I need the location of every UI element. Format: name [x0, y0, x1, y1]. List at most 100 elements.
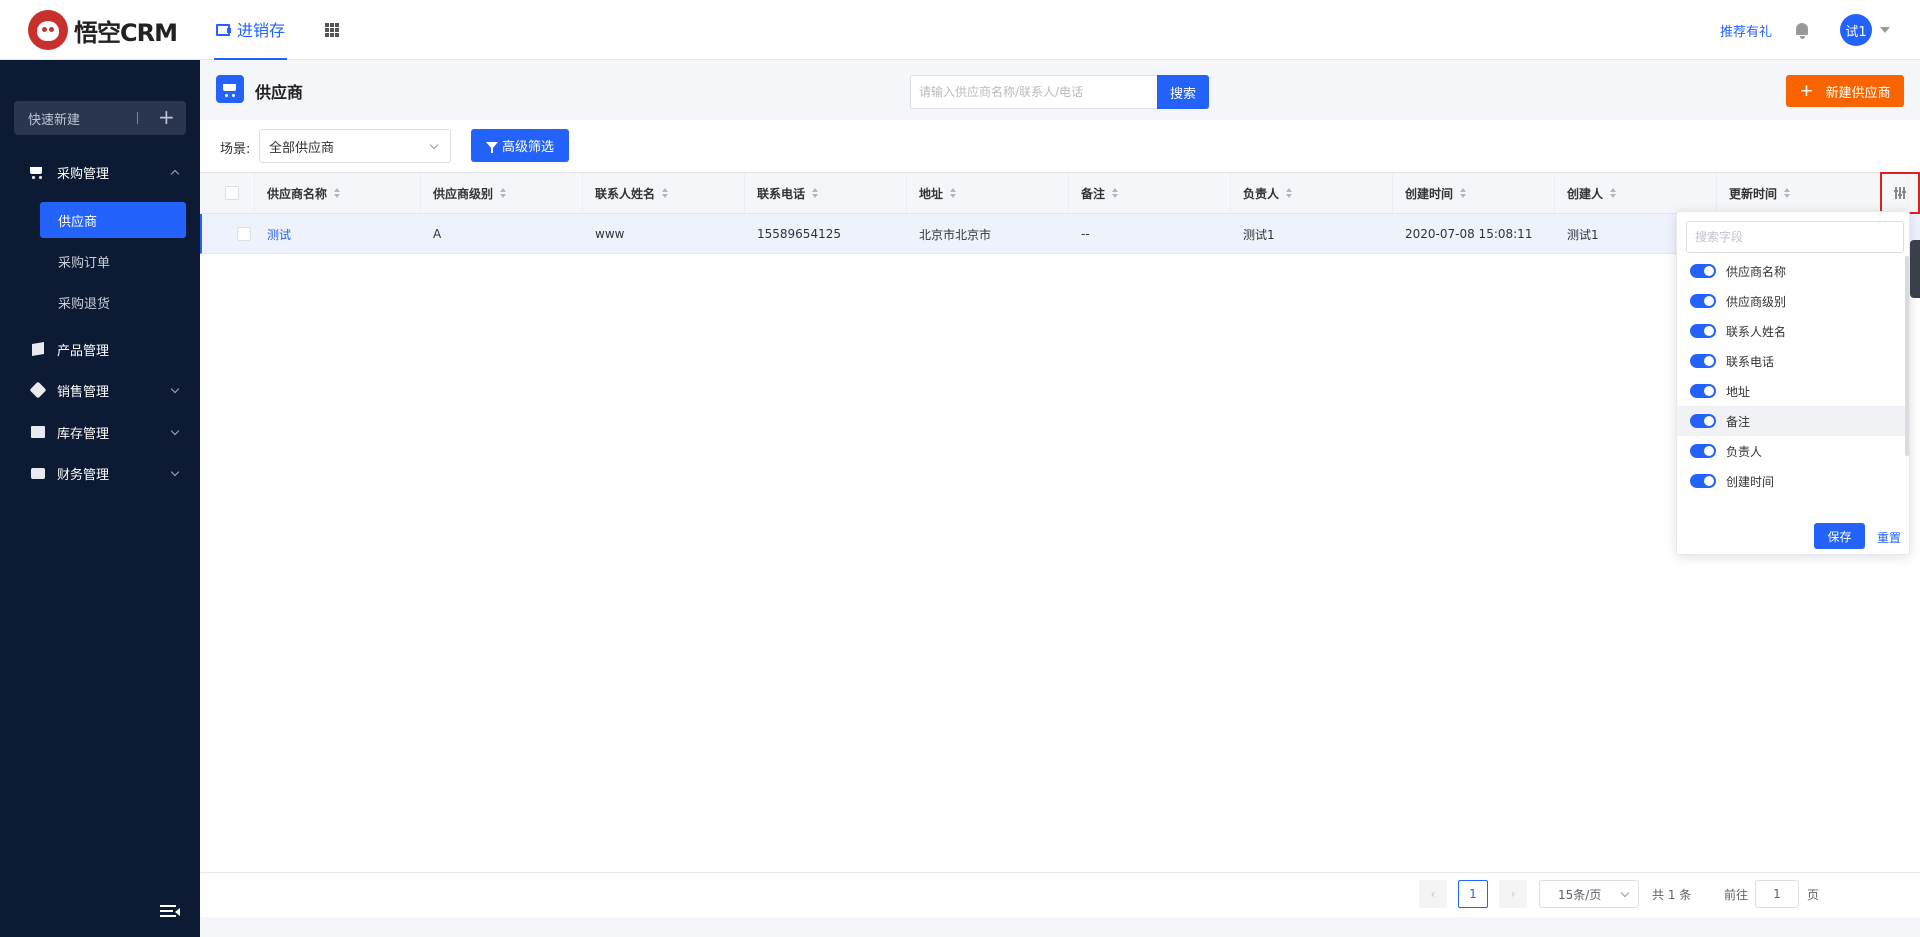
- field-item[interactable]: 联系电话: [1677, 346, 1909, 376]
- plus-icon: +: [158, 105, 175, 129]
- warehouse-icon: [30, 424, 46, 440]
- filter-icon: [485, 142, 498, 153]
- column-settings-button[interactable]: [1880, 172, 1920, 214]
- field-toggle[interactable]: [1690, 264, 1716, 278]
- column-header[interactable]: 供应商级别: [421, 173, 583, 213]
- divider: [137, 112, 138, 124]
- table-cell: --: [1081, 227, 1090, 241]
- supplier-name-link[interactable]: 测试: [255, 214, 421, 254]
- nav-tab-label: 进销存: [237, 21, 286, 40]
- recommend-link[interactable]: 推荐有礼: [1720, 21, 1772, 40]
- field-item[interactable]: 负责人: [1677, 436, 1909, 466]
- sidebar-item-purchase[interactable]: 采购管理: [0, 154, 200, 190]
- column-header-label: 联系人姓名: [595, 186, 656, 201]
- field-label: 创建时间: [1726, 474, 1775, 489]
- nav-tab-inventory[interactable]: 进销存: [214, 0, 288, 60]
- page-size-select[interactable]: 15条/页: [1539, 880, 1639, 908]
- wallet-icon: [30, 465, 46, 481]
- row-checkbox-cell: [225, 214, 255, 254]
- row-checkbox[interactable]: [237, 227, 251, 241]
- field-item[interactable]: 联系人姓名: [1677, 316, 1909, 346]
- sidebar: 快速新建 + 采购管理 供应商 采购订单 采购退货 产品管理 销售管理 库存管理…: [0, 60, 200, 937]
- table-cell: www: [595, 227, 625, 241]
- field-list-scrollbar[interactable]: [1905, 256, 1909, 456]
- reset-link[interactable]: 重置: [1877, 529, 1901, 546]
- field-toggle[interactable]: [1690, 324, 1716, 338]
- prev-page-button[interactable]: ‹: [1419, 880, 1447, 908]
- sort-icon[interactable]: [950, 188, 957, 198]
- field-toggle[interactable]: [1690, 414, 1716, 428]
- header-actions: 推荐有礼 试1: [1720, 0, 1890, 60]
- sidebar-subitem-purchase-order[interactable]: 采购订单: [40, 243, 186, 279]
- field-search-input[interactable]: [1686, 221, 1904, 253]
- supplier-search-input[interactable]: [910, 75, 1157, 109]
- sidebar-item-label: 库存管理: [57, 426, 110, 442]
- sidebar-item-label: 销售管理: [57, 384, 110, 400]
- chevron-down-icon: [429, 140, 439, 150]
- advanced-filter-button[interactable]: 高级筛选: [471, 129, 569, 162]
- top-header: 悟空CRM 进销存 推荐有礼 试1: [0, 0, 1920, 60]
- bell-icon[interactable]: [1794, 22, 1810, 39]
- column-header[interactable]: 联系电话: [745, 173, 907, 213]
- table-row[interactable]: 测试 A www 15589654125 北京市北京市 -- 测试1 2020-…: [200, 214, 1920, 254]
- truck-icon: [216, 23, 231, 36]
- sort-icon[interactable]: [662, 188, 669, 198]
- sort-icon[interactable]: [334, 188, 341, 198]
- table-cell: 北京市北京市: [919, 227, 992, 242]
- select-all-checkbox[interactable]: [225, 186, 239, 200]
- next-page-button[interactable]: ›: [1499, 880, 1527, 908]
- total-count: 共 1 条: [1652, 888, 1692, 902]
- sort-icon[interactable]: [1112, 188, 1119, 198]
- field-toggle[interactable]: [1690, 384, 1716, 398]
- sidebar-subitem-supplier[interactable]: 供应商: [40, 202, 186, 238]
- column-header[interactable]: 创建人: [1555, 173, 1717, 213]
- apps-grid-icon[interactable]: [325, 23, 340, 37]
- column-header[interactable]: 负责人: [1231, 173, 1393, 213]
- save-button[interactable]: 保存: [1814, 523, 1865, 549]
- column-header-label: 创建时间: [1405, 186, 1454, 201]
- field-toggle[interactable]: [1690, 444, 1716, 458]
- sort-icon[interactable]: [1286, 188, 1293, 198]
- scene-select[interactable]: 全部供应商: [259, 129, 451, 163]
- sort-icon[interactable]: [1610, 188, 1617, 198]
- field-item[interactable]: 供应商级别: [1677, 286, 1909, 316]
- table-cell: 15589654125: [757, 227, 841, 241]
- field-item[interactable]: 地址: [1677, 376, 1909, 406]
- cart-icon: [216, 75, 244, 103]
- sort-icon[interactable]: [1460, 188, 1467, 198]
- collapse-menu-icon[interactable]: [160, 905, 180, 919]
- plus-icon: +: [1799, 81, 1814, 101]
- sidebar-item-stock[interactable]: 库存管理: [0, 414, 200, 450]
- field-toggle[interactable]: [1690, 354, 1716, 368]
- caret-down-icon[interactable]: [1880, 27, 1890, 33]
- sidebar-item-product[interactable]: 产品管理: [0, 331, 200, 367]
- quick-new-button[interactable]: 快速新建 +: [14, 101, 186, 135]
- field-item[interactable]: 供应商名称: [1677, 256, 1909, 286]
- field-item[interactable]: 备注: [1677, 406, 1909, 436]
- sidebar-item-finance[interactable]: 财务管理: [0, 455, 200, 491]
- field-toggle[interactable]: [1690, 474, 1716, 488]
- column-header[interactable]: 更新时间: [1717, 173, 1880, 213]
- new-supplier-button[interactable]: + 新建供应商: [1786, 75, 1904, 107]
- filter-bar: 场景: 全部供应商 高级筛选: [200, 120, 1920, 172]
- page-number-button[interactable]: 1: [1458, 880, 1488, 908]
- sort-icon[interactable]: [1784, 188, 1791, 198]
- table-cell: 测试1: [1243, 227, 1275, 242]
- side-drawer-handle[interactable]: [1910, 240, 1920, 298]
- goto-page-input[interactable]: 1: [1755, 880, 1799, 908]
- sidebar-subitem-purchase-return[interactable]: 采购退货: [40, 284, 186, 320]
- user-avatar[interactable]: 试1: [1840, 14, 1872, 46]
- field-toggle[interactable]: [1690, 294, 1716, 308]
- app-logo[interactable]: 悟空CRM: [28, 10, 178, 50]
- sidebar-item-sales[interactable]: 销售管理: [0, 372, 200, 408]
- column-header-label: 备注: [1081, 186, 1106, 201]
- column-header[interactable]: 备注: [1069, 173, 1231, 213]
- column-header[interactable]: 联系人姓名: [583, 173, 745, 213]
- sort-icon[interactable]: [812, 188, 819, 198]
- search-button[interactable]: 搜索: [1157, 75, 1209, 109]
- column-header[interactable]: 供应商名称: [255, 173, 421, 213]
- field-item[interactable]: 创建时间: [1677, 466, 1909, 496]
- column-header[interactable]: 地址: [907, 173, 1069, 213]
- column-header[interactable]: 创建时间: [1393, 173, 1555, 213]
- sort-icon[interactable]: [500, 188, 507, 198]
